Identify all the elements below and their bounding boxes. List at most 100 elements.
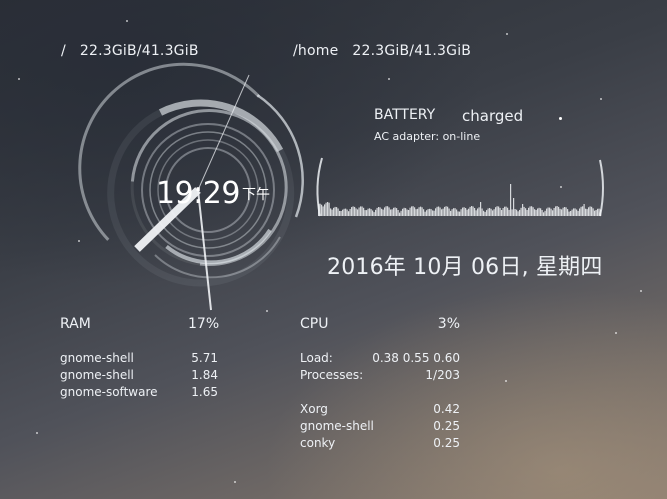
graph-bar [576,209,578,216]
graph-bar [435,208,437,216]
graph-bar [367,208,369,216]
graph-bar [396,208,398,216]
graph-bar [568,211,570,216]
graph-bar [327,202,329,216]
graph-bar [375,209,377,216]
graph-bar [408,210,410,216]
graph-bar [496,206,498,216]
graph-bar [493,209,495,216]
graph-bar [418,207,420,216]
graph-bar [519,209,521,216]
cpu-load-label: Load: [300,351,333,365]
graph-bar [397,210,399,216]
graph-bar [361,206,363,216]
graph-bar [574,208,576,216]
graph-bar [376,207,378,216]
graph-bar [346,209,348,216]
graph-bar [573,208,575,216]
graph-bar [579,208,581,216]
graph-bar [444,206,446,216]
graph-bar [459,211,461,216]
graph-bar [489,208,491,216]
graph-bar [343,208,345,216]
graph-bar [388,207,390,216]
cpu-process-name: gnome-shell [300,419,374,433]
graph-bar [453,208,455,216]
graph-bar [570,211,572,216]
graph-bar [426,210,428,216]
graph-bar [340,211,342,216]
cpu-process-name: Xorg [300,402,328,416]
graph-bar [333,207,335,216]
graph-bar [349,209,351,216]
graph-bar [571,209,573,216]
graph-right-bracket [599,159,604,217]
graph-bar [399,212,401,216]
ram-process-name: gnome-shell [60,368,134,382]
graph-bar [457,211,459,216]
graph-bar [592,208,594,216]
graph-bar [321,204,323,216]
graph-bar [463,207,465,216]
graph-bar [553,208,555,216]
graph-bar [342,209,344,216]
graph-bar [412,206,414,216]
graph-bar [466,209,468,216]
ram-percent: 17% [188,316,220,332]
ram-process-value: 1.84 [191,368,218,382]
graph-bar [414,207,416,216]
graph-bar [462,207,464,216]
graph-bar [421,207,423,216]
graph-bar [517,211,519,216]
graph-bar [561,209,563,216]
graph-bar [537,208,539,216]
graph-bar [507,207,509,216]
graph-bar [438,206,440,216]
graph-bar [363,207,365,216]
graph-bar [505,206,507,216]
graph-bar [445,206,447,216]
graph-bar [411,206,413,216]
graph-bar [502,208,504,216]
graph-bar [370,209,372,216]
graph-bar [559,208,561,216]
graph-bar [541,210,543,216]
graph-bar [436,206,438,216]
graph-bar [481,208,483,216]
graph-bar [427,209,429,216]
graph-bar [547,207,549,216]
graph-bar [474,208,476,216]
graph-bar [433,210,435,216]
graph-bar [379,207,381,216]
graph-bar [454,208,456,216]
graph-bar [508,209,510,216]
graph-bar [331,209,333,216]
graph-bar [378,207,380,216]
graph-bar [552,210,554,216]
graph-bar [598,208,600,216]
graph-bar [577,210,579,216]
graph-bar [400,210,402,216]
graph-bar [514,209,516,216]
graph-bar [471,206,473,216]
graph-bar [393,207,395,216]
graph-bar [522,204,524,216]
graph-bar [483,210,485,216]
cpu-processes-value: 1/203 [425,368,460,382]
graph-bar [550,208,552,216]
graph-bar [451,209,453,216]
graph-bar [556,206,558,216]
graph-bar [384,207,386,216]
graph-bar [334,206,336,216]
graph-bar [403,207,405,216]
cpu-label: CPU [300,316,329,332]
graph-bar [448,208,450,216]
graph-bar [486,210,488,216]
ram-process-value: 5.71 [191,351,218,365]
graph-bar [465,208,467,216]
graph-bar [432,210,434,216]
graph-bar [504,206,506,216]
graph-bar [337,208,339,216]
graph-bar [585,208,587,216]
graph-bar [354,206,356,216]
